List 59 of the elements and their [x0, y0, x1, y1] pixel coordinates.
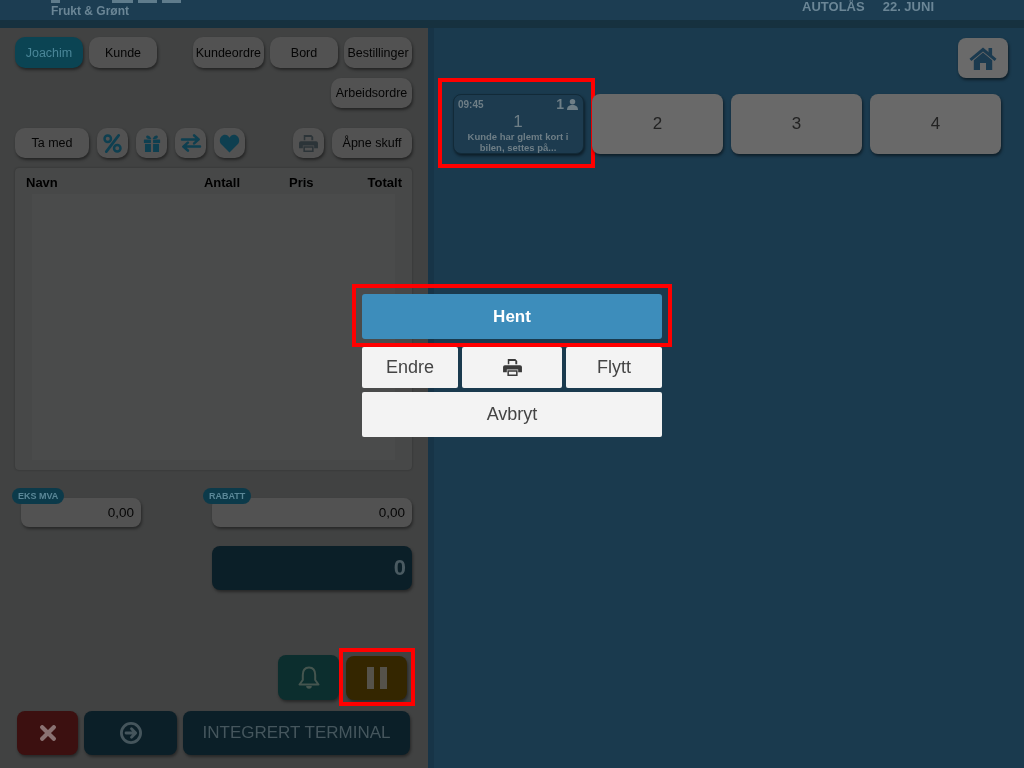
column-header: Antall — [203, 175, 240, 190]
pause-button[interactable] — [346, 656, 407, 700]
transfer-button[interactable] — [175, 128, 206, 158]
home-button[interactable] — [958, 38, 1008, 78]
percent-icon — [103, 133, 122, 153]
table-tile[interactable]: 2 — [592, 94, 723, 154]
guest-count: 1 — [556, 96, 564, 112]
close-icon — [39, 725, 56, 741]
table-note: Kunde har glemt kort i bilen, settes på... — [466, 131, 570, 153]
field-label: RABATT — [203, 488, 252, 504]
field-label: EKS MVA — [12, 488, 65, 504]
favorite-button[interactable] — [214, 128, 245, 158]
table-tile[interactable]: 4 — [870, 94, 1001, 154]
bell-button[interactable] — [278, 655, 339, 700]
swap-arrows-icon — [179, 134, 202, 152]
nav-button[interactable]: Arbeidsordre — [331, 78, 412, 108]
column-header: Navn — [26, 175, 59, 190]
printer-icon — [299, 134, 318, 152]
table-number: 3 — [791, 114, 802, 134]
pause-icon — [366, 667, 387, 689]
column-header: Totalt — [367, 175, 402, 190]
printer-icon — [502, 359, 522, 376]
staff-button[interactable]: Joachim — [15, 37, 83, 68]
field-value: 0,00 — [378, 505, 405, 520]
terminal-button[interactable]: INTEGRERT TERMINAL — [183, 711, 410, 755]
table-number: 1 — [513, 113, 523, 131]
table-tile[interactable]: 09:45 1 1 Kunde har glemt kort i bilen, settes på... — [453, 94, 584, 154]
logo-icon — [51, 0, 181, 3]
customer-button[interactable]: Kunde — [89, 37, 157, 68]
table-time: 09:45 — [458, 98, 484, 110]
total-amount: 0 — [393, 555, 406, 581]
column-header: Pris — [289, 175, 314, 190]
cancel-button[interactable] — [17, 711, 78, 755]
gift-icon — [142, 134, 161, 152]
table-tile[interactable]: 3 — [731, 94, 862, 154]
action-button[interactable]: Endre — [362, 347, 458, 388]
take-away-button[interactable]: Ta med — [15, 128, 89, 158]
gift-button[interactable] — [136, 128, 167, 158]
arrow-circle-icon — [119, 722, 142, 744]
proceed-button[interactable] — [84, 711, 177, 755]
discount-button[interactable] — [97, 128, 128, 158]
heart-icon — [219, 133, 240, 153]
nav-button[interactable]: Kundeordre — [192, 37, 264, 68]
print-button[interactable] — [462, 347, 562, 388]
action-button[interactable]: Flytt — [566, 347, 662, 388]
nav-button[interactable]: Bord — [270, 37, 338, 68]
nav-button[interactable]: Bestillinger — [344, 37, 412, 68]
bell-icon — [297, 665, 320, 690]
table-number: 4 — [930, 114, 941, 134]
date-label: 22. JUNI — [882, 0, 934, 13]
table-number: 2 — [652, 114, 663, 134]
cancel-button[interactable]: Avbryt — [362, 392, 662, 437]
fetch-button[interactable]: Hent — [362, 294, 662, 339]
open-drawer-button[interactable]: Åpne skuff — [332, 128, 412, 158]
person-icon — [567, 98, 578, 110]
store-subtitle: Frukt & Grønt — [51, 4, 130, 18]
autolock-label: AUTOLÅS — [802, 0, 865, 13]
home-icon — [969, 46, 997, 70]
field-value: 0,00 — [107, 505, 134, 520]
